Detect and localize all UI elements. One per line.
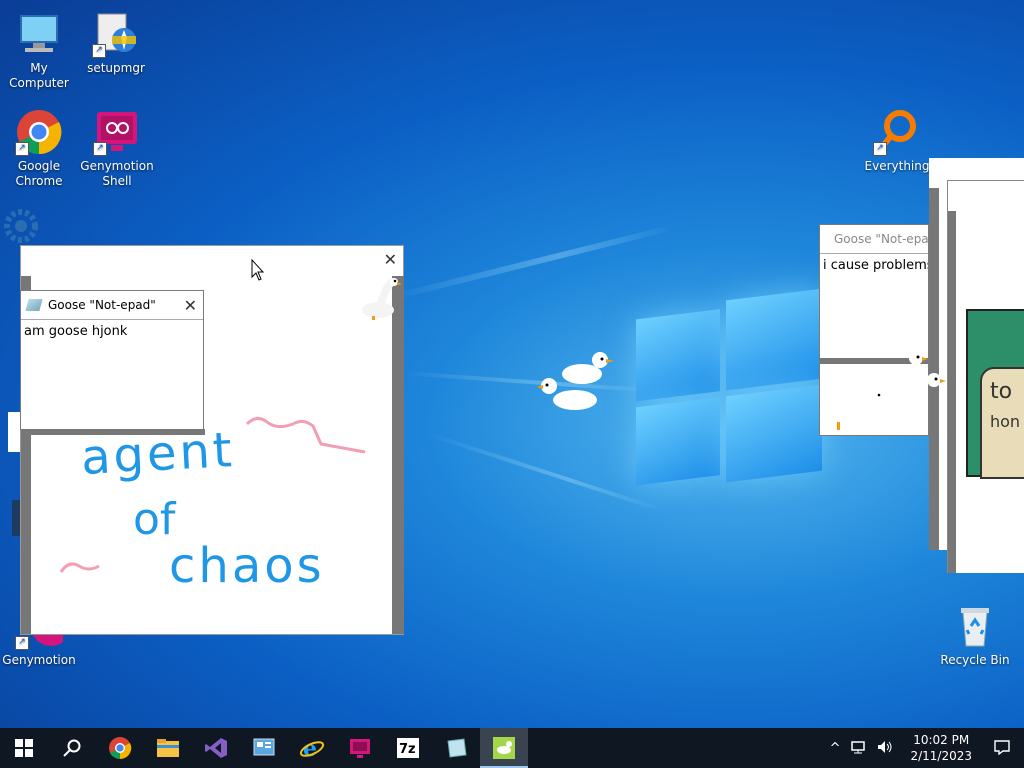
shortcut-arrow-icon: ↗	[92, 44, 106, 58]
window-title: Goose "Not-epad"	[834, 232, 929, 246]
taskbar: e 7z ^ 10:02 PM 2/11/2023	[0, 728, 1024, 768]
window-titlebar[interactable]: Goose "Not-epad" ✕	[21, 291, 203, 320]
notification-icon[interactable]	[984, 739, 1024, 758]
internet-explorer-icon: e	[299, 736, 325, 760]
goose-sprite[interactable]	[537, 376, 607, 420]
desktop-icon-my-computer[interactable]: My Computer	[1, 10, 77, 91]
setup-icon: ↗	[92, 10, 140, 58]
desktop-icon-label: Genymotion Shell	[80, 159, 154, 188]
image-panel: to hon	[966, 309, 1024, 479]
svg-text:7z: 7z	[399, 742, 416, 757]
taskbar-goose[interactable]	[480, 728, 528, 768]
close-icon[interactable]: ✕	[184, 296, 197, 315]
shortcut-arrow-icon: ↗	[873, 142, 887, 156]
genymotion-icon	[350, 739, 370, 758]
partial-window-right[interactable]: to hon	[929, 158, 1024, 573]
sign-text-line: hon	[990, 412, 1021, 431]
desktop-icon-setupmgr[interactable]: ↗ setupmgr	[78, 10, 154, 76]
taskbar-visual-studio[interactable]	[192, 728, 240, 768]
taskbar-internet-explorer[interactable]: e	[288, 728, 336, 768]
genymotion-shell-icon: ↗	[93, 108, 141, 156]
inner-left-border	[948, 211, 956, 573]
goose-notepad-left[interactable]: Goose "Not-epad" ✕ am goose hjonk	[20, 290, 205, 435]
start-button[interactable]	[0, 728, 48, 768]
magnifier-icon: ↗	[873, 108, 921, 156]
shortcut-arrow-icon: ↗	[93, 142, 107, 156]
desktop-icon-label: Genymotion	[2, 653, 76, 667]
goose-sprite[interactable]	[350, 276, 420, 320]
volume-icon[interactable]	[872, 740, 898, 757]
system-tray: ^ 10:02 PM 2/11/2023	[824, 728, 1024, 768]
search-icon	[63, 739, 81, 757]
computer-icon	[15, 10, 63, 58]
notepad-text-area[interactable]: i cause problems	[820, 254, 928, 277]
visual-studio-icon	[205, 738, 227, 758]
desktop-icon-google-chrome[interactable]: ↗ Google Chrome	[1, 108, 77, 189]
taskbar-clock[interactable]: 10:02 PM 2/11/2023	[898, 732, 984, 764]
desktop-icon-label: Everything	[864, 159, 930, 173]
window-left-border	[929, 188, 939, 550]
windows-logo-wallpaper	[636, 279, 822, 492]
clock-date: 2/11/2023	[910, 749, 972, 763]
desktop-icon-label: setupmgr	[87, 61, 145, 75]
desktop-icon-everything[interactable]: ↗ Everything	[859, 108, 935, 174]
goose-sprite[interactable]	[878, 372, 948, 416]
window-title: Goose "Not-epad"	[48, 298, 156, 312]
notepad-icon	[826, 233, 830, 245]
search-button[interactable]	[48, 728, 96, 768]
sign-board: to hon	[980, 367, 1024, 479]
network-icon[interactable]	[846, 740, 872, 757]
shortcut-arrow-icon: ↗	[15, 636, 29, 650]
goose-sprite[interactable]	[815, 388, 885, 432]
recycle-bin-icon	[951, 602, 999, 650]
sign-text-line: to	[990, 379, 1013, 404]
shortcut-arrow-icon: ↗	[15, 142, 29, 156]
mouse-cursor-icon	[251, 259, 265, 281]
notepad-text-area[interactable]: am goose hjonk	[21, 320, 203, 343]
folder-icon	[157, 739, 179, 757]
7zip-icon: 7z	[397, 738, 419, 758]
clock-time: 10:02 PM	[913, 733, 970, 747]
desktop-icon-genymotion-shell[interactable]: ↗ Genymotion Shell	[79, 108, 155, 189]
desktop-icon-label: Recycle Bin	[940, 653, 1010, 667]
chevron-up-icon[interactable]: ^	[824, 741, 847, 756]
taskbar-genymotion[interactable]	[336, 728, 384, 768]
notepad-icon	[447, 738, 467, 758]
desktop-icon-label: My Computer	[9, 61, 69, 90]
desktop-icon-label: Google Chrome	[15, 159, 63, 188]
goose-app-icon	[493, 737, 515, 759]
taskbar-notepad[interactable]	[432, 728, 480, 768]
control-panel-icon	[253, 738, 275, 756]
drawn-word-chaos: chaos	[169, 538, 325, 594]
window-bottom-bar	[21, 429, 205, 435]
chrome-icon: ↗	[15, 108, 63, 156]
taskbar-file-explorer[interactable]	[144, 728, 192, 768]
chrome-icon	[109, 737, 132, 760]
taskbar-control-panel[interactable]	[240, 728, 288, 768]
taskbar-7zip[interactable]: 7z	[384, 728, 432, 768]
inner-window[interactable]: to hon	[947, 180, 1024, 573]
taskbar-chrome[interactable]	[96, 728, 144, 768]
window-titlebar[interactable]: Goose "Not-epad"	[820, 225, 928, 254]
desktop-icon-recycle-bin[interactable]: Recycle Bin	[937, 602, 1013, 668]
notepad-icon	[25, 299, 43, 311]
windows-start-icon	[15, 739, 33, 757]
